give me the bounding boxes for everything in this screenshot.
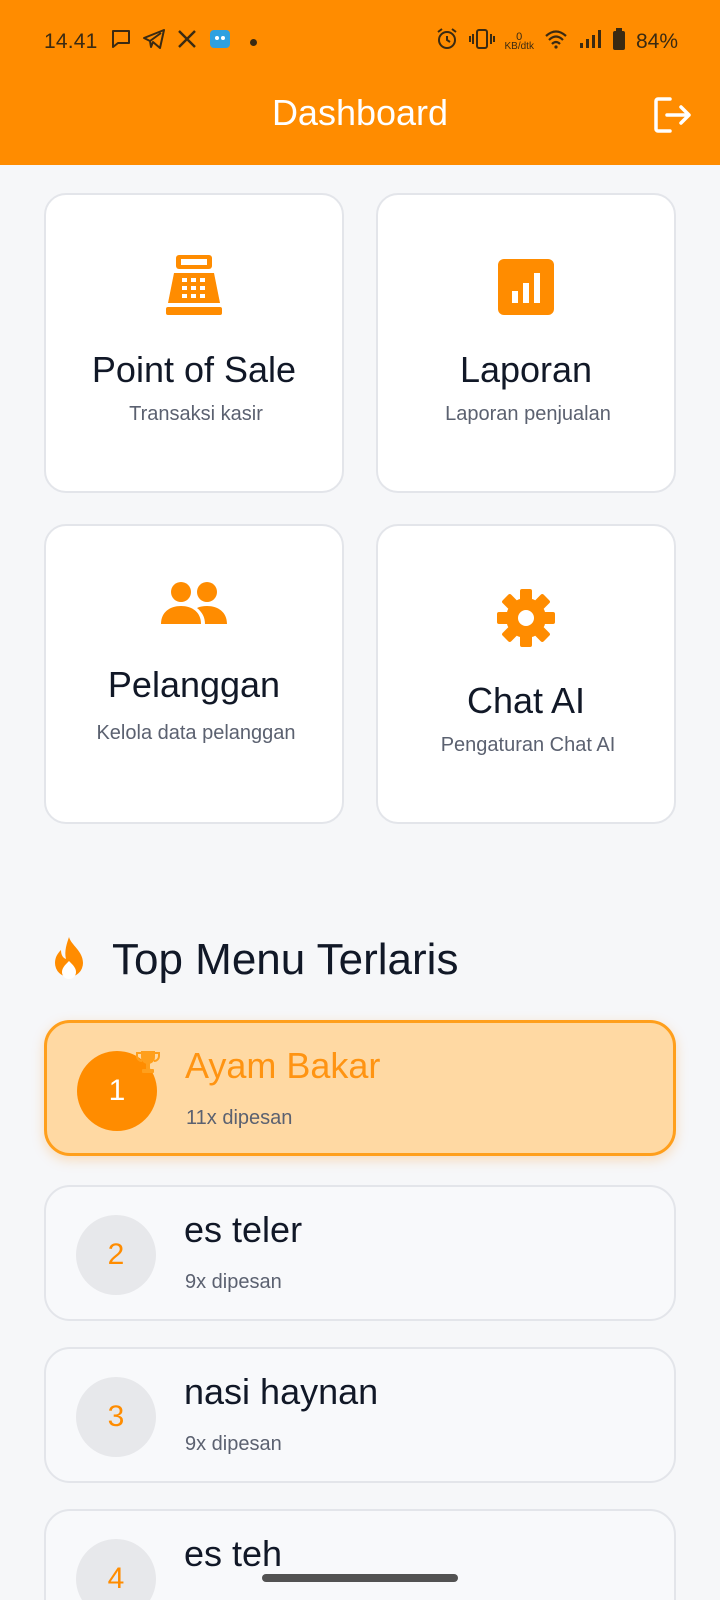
- cash-register-icon: [46, 253, 342, 317]
- signal-icon: [578, 29, 602, 55]
- card-point-of-sale[interactable]: Point of Sale Transaksi kasir: [44, 193, 344, 493]
- gear-icon: [378, 588, 674, 648]
- card-laporan[interactable]: Laporan Laporan penjualan: [376, 193, 676, 493]
- section-title: Top Menu Terlaris: [112, 935, 459, 984]
- card-subtitle: Transaksi kasir: [129, 403, 263, 425]
- rank-badge: 4: [76, 1539, 156, 1600]
- menu-name: es teh: [184, 1533, 283, 1574]
- top-menu-item[interactable]: 1 Ayam Bakar 11x dipesan: [44, 1020, 676, 1156]
- net-speed-unit: KB/dtk: [504, 41, 534, 52]
- card-title: Pelanggan: [107, 664, 281, 705]
- status-bar: 14.41 0 KB/dtk 84%: [0, 24, 720, 60]
- card-title: Laporan: [459, 349, 593, 390]
- card-subtitle: Pengaturan Chat AI: [440, 734, 616, 756]
- card-title: Chat AI: [466, 680, 586, 721]
- menu-name: Ayam Bakar: [185, 1045, 381, 1086]
- order-count: 9x dipesan: [185, 1271, 282, 1293]
- order-count: 11x dipesan: [186, 1107, 293, 1129]
- app-header: 14.41 0 KB/dtk 84% Dashboard: [0, 0, 720, 165]
- trophy-icon: [135, 1049, 161, 1080]
- top-menu-header: Top Menu Terlaris: [48, 930, 458, 990]
- menu-name: es teler: [184, 1209, 303, 1250]
- title-bar: Dashboard: [0, 82, 720, 152]
- logout-icon: [653, 96, 693, 139]
- order-count: 9x dipesan: [185, 1433, 282, 1455]
- card-chat-ai[interactable]: Chat AI Pengaturan Chat AI: [376, 524, 676, 824]
- fire-icon: [48, 935, 90, 986]
- bar-chart-icon: [378, 259, 674, 315]
- logout-button[interactable]: [648, 92, 698, 142]
- card-subtitle: Laporan penjualan: [445, 403, 611, 425]
- status-left-icons: [110, 28, 257, 56]
- app-icon: [208, 28, 232, 56]
- app-root: 14.41 0 KB/dtk 84% Dashboard Point of Sa…: [0, 0, 720, 1600]
- card-pelanggan[interactable]: Pelanggan Kelola data pelanggan: [44, 524, 344, 824]
- home-indicator[interactable]: [262, 1574, 458, 1582]
- telegram-icon: [142, 28, 166, 56]
- status-right-icons: 0 KB/dtk 84%: [435, 27, 678, 57]
- net-speed: 0 KB/dtk: [505, 32, 534, 52]
- rank-badge: 3: [76, 1377, 156, 1457]
- top-menu-item[interactable]: 4 es teh: [44, 1509, 676, 1600]
- battery-percent: 84%: [635, 30, 678, 53]
- rank-badge: 2: [76, 1215, 156, 1295]
- people-icon: [46, 580, 342, 626]
- status-time: 14.41: [44, 30, 98, 53]
- top-menu-item[interactable]: 3 nasi haynan 9x dipesan: [44, 1347, 676, 1483]
- x-icon: [176, 28, 198, 56]
- card-title: Point of Sale: [91, 349, 297, 390]
- notification-dot: [250, 38, 257, 46]
- message-icon: [110, 28, 132, 56]
- wifi-icon: [544, 29, 568, 55]
- card-subtitle: Kelola data pelanggan: [96, 722, 296, 744]
- battery-icon: [612, 28, 626, 56]
- alarm-icon: [435, 27, 459, 57]
- menu-name: nasi haynan: [184, 1371, 379, 1412]
- top-menu-item[interactable]: 2 es teler 9x dipesan: [44, 1185, 676, 1321]
- vibrate-icon: [468, 28, 495, 56]
- page-title: Dashboard: [271, 92, 449, 133]
